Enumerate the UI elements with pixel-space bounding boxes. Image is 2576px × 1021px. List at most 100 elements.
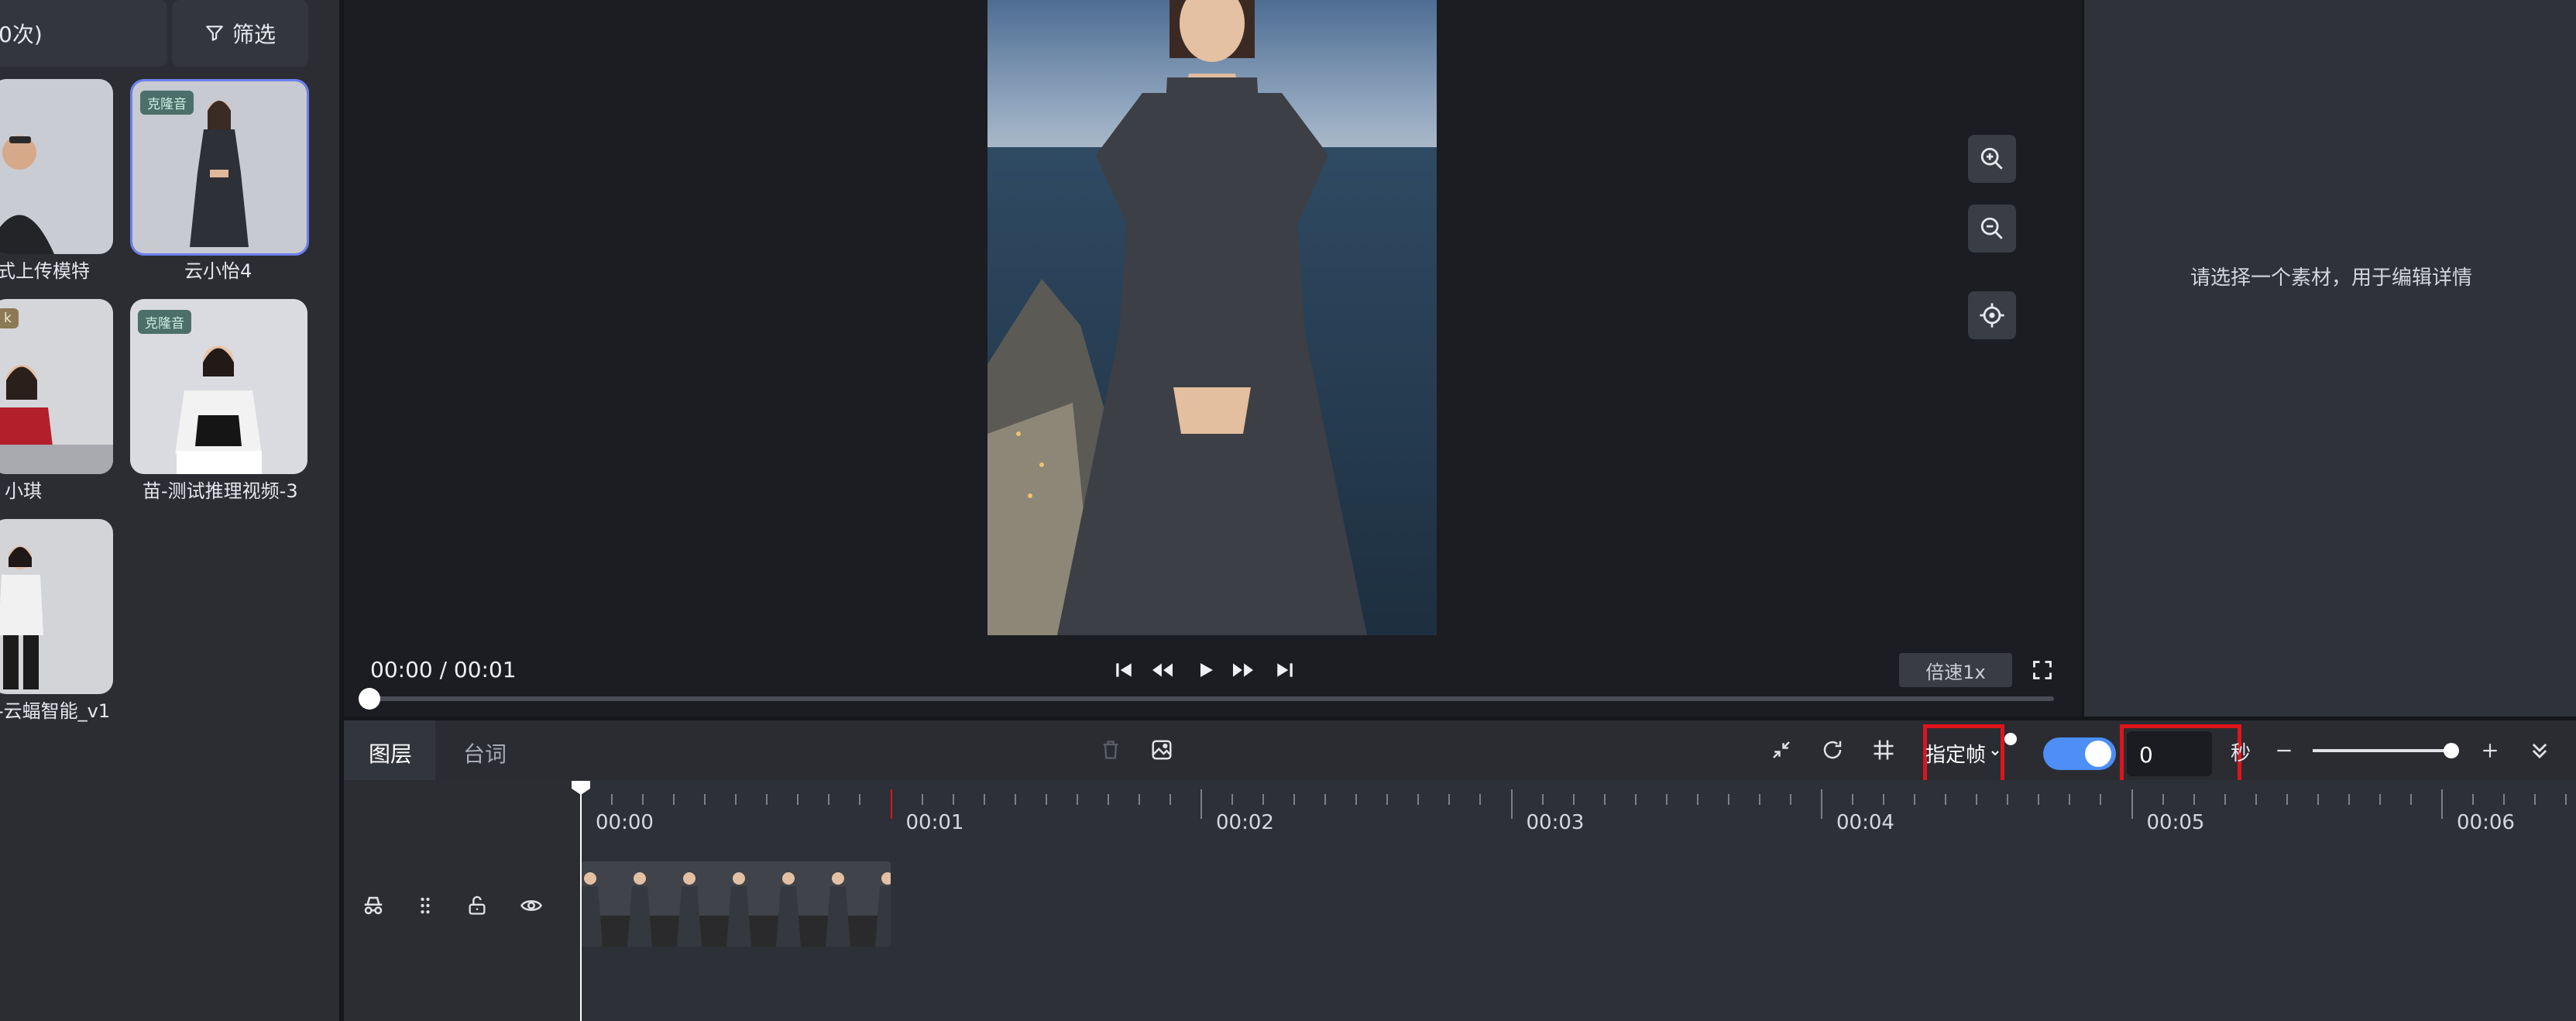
tab-layers[interactable]: 图层	[344, 720, 435, 780]
zoom-slider-handle[interactable]	[2444, 743, 2459, 758]
material-card[interactable]	[0, 519, 113, 694]
ruler-major-tick	[2131, 789, 2133, 819]
fast-forward-icon	[1233, 663, 1253, 677]
material-label: 式上传模特	[0, 260, 90, 282]
tab-script-label: 台词	[463, 741, 507, 767]
tab-script[interactable]: 台词	[435, 720, 528, 780]
ruler-minor-tick	[1324, 794, 1327, 805]
playhead-line	[580, 789, 582, 1021]
delete-button[interactable]	[1097, 736, 1125, 764]
material-card[interactable]	[0, 79, 113, 254]
playback-time: 00:00 / 00:01	[370, 657, 517, 682]
play-button[interactable]	[1194, 658, 1218, 682]
time-ruler[interactable]: 00:00 00:01 00:02 00:03 00:04 00:05 00:06	[580, 780, 2576, 858]
thumb-head	[832, 872, 844, 885]
track-mode-button[interactable]	[359, 892, 387, 920]
ruler-minor-tick	[2503, 794, 2506, 805]
video-clip[interactable]	[581, 861, 891, 947]
progress-handle[interactable]	[359, 688, 380, 710]
unlock-icon	[469, 896, 486, 915]
ruler-time-label: 00:00	[596, 811, 654, 834]
ruler-minor-tick	[1355, 794, 1358, 805]
material-label: 云小怡4	[184, 260, 252, 282]
ruler-minor-tick	[1386, 794, 1389, 805]
fullscreen-button[interactable]	[2029, 657, 2056, 683]
voice-clone-badge: 克隆音	[138, 310, 191, 334]
ruler-time-label: 00:02	[1216, 811, 1274, 834]
ruler-minor-tick	[704, 794, 706, 805]
visibility-button[interactable]	[517, 892, 545, 920]
material-card[interactable]: 克隆音	[130, 299, 307, 474]
collapse-button[interactable]	[2526, 737, 2553, 764]
video-frame[interactable]	[987, 0, 1437, 635]
ruler-minor-tick	[1914, 794, 1916, 805]
frame-toggle[interactable]	[2043, 737, 2116, 770]
ruler-minor-tick	[828, 794, 830, 805]
ruler-major-tick	[1821, 789, 1822, 819]
ruler-major-tick	[890, 789, 892, 819]
ruler-minor-tick	[1231, 794, 1234, 805]
rewind-button[interactable]	[1149, 658, 1176, 682]
skip-end-button[interactable]	[1273, 658, 1297, 682]
ruler-minor-tick	[2317, 794, 2319, 805]
ruler-minor-tick	[2409, 794, 2412, 805]
ruler-minor-tick	[642, 794, 644, 805]
material-label: -云蝠智能_v1	[0, 700, 111, 722]
ruler-minor-tick	[766, 794, 768, 805]
speed-button[interactable]: 倍速1x	[1899, 653, 2012, 687]
skip-start-button[interactable]	[1112, 658, 1135, 682]
thumb-body	[627, 886, 652, 947]
fast-forward-button[interactable]	[1230, 658, 1256, 682]
frame-mode-dropdown[interactable]: 指定帧	[1925, 737, 2003, 768]
toggle-knob	[2085, 741, 2111, 767]
zoom-out-button[interactable]	[1968, 205, 2016, 253]
skip-start-icon	[1116, 663, 1132, 677]
ruler-minor-tick	[2534, 794, 2537, 805]
ruler-minor-tick	[952, 794, 954, 805]
zoom-out-icon	[1980, 217, 2003, 239]
ruler-minor-tick	[1852, 794, 1854, 805]
material-card[interactable]: k	[0, 299, 113, 474]
ruler-major-tick	[2441, 789, 2443, 819]
filter-label: 筛选	[232, 22, 276, 47]
refresh-button[interactable]	[1819, 736, 1846, 764]
frame-mode-label: 指定帧	[1925, 743, 1987, 767]
ruler-minor-tick	[2193, 794, 2195, 805]
zoom-slider-track[interactable]	[2313, 749, 2452, 752]
thumb-head	[733, 872, 745, 885]
image-button[interactable]	[1148, 736, 1176, 764]
progress-track[interactable]	[369, 696, 2054, 701]
badge: k	[0, 308, 19, 328]
zoom-in-button[interactable]	[1968, 135, 2016, 183]
refresh-icon	[1823, 741, 1842, 759]
ruler-minor-tick	[1076, 794, 1078, 805]
material-label: 小琪	[5, 480, 42, 502]
lock-button[interactable]	[463, 892, 491, 920]
locate-button[interactable]	[1968, 291, 2016, 339]
zoom-minus-button[interactable]	[2271, 737, 2297, 764]
quota-button[interactable]: 0次)	[0, 0, 167, 67]
ruler-major-tick	[1200, 789, 1202, 819]
details-panel: 请选择一个素材，用于编辑详情	[2082, 0, 2576, 717]
thumb-body	[826, 886, 850, 947]
ruler-minor-tick	[1758, 794, 1760, 805]
grid-button[interactable]	[1870, 736, 1898, 764]
clip-thumbnails	[581, 872, 891, 947]
thumb-head	[683, 872, 696, 885]
ruler-minor-tick	[1138, 794, 1140, 805]
shrink-button[interactable]	[1767, 736, 1795, 764]
incognito-icon	[364, 896, 383, 915]
frame-seconds-input[interactable]: 0	[2127, 731, 2212, 776]
material-card-selected[interactable]: 克隆音	[130, 79, 309, 256]
timeline-toolbar: 图层 台词 指定帧 0 秒	[344, 720, 2576, 789]
ruler-minor-tick	[1479, 794, 1482, 805]
ruler-time-label: 00:01	[905, 811, 964, 834]
avatar-thumbnail	[0, 519, 113, 694]
filter-button[interactable]: 筛选	[172, 0, 308, 67]
ruler-minor-tick	[1417, 794, 1420, 805]
thumb-body	[776, 886, 801, 947]
drag-handle[interactable]	[414, 892, 437, 920]
ruler-minor-tick	[2100, 794, 2102, 805]
ruler-minor-tick	[1169, 794, 1171, 805]
zoom-plus-button[interactable]	[2477, 737, 2503, 764]
